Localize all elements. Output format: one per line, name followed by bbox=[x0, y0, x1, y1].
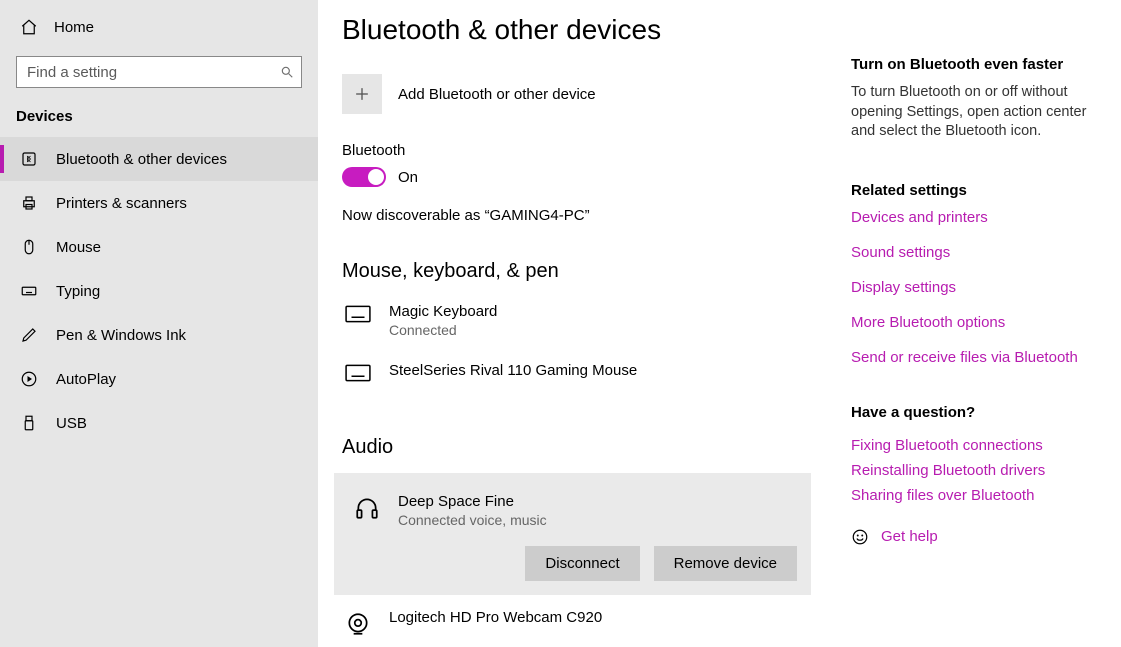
tip-body: To turn Bluetooth on or off without open… bbox=[851, 83, 1097, 142]
device-row[interactable]: Magic Keyboard Connected bbox=[342, 297, 811, 356]
related-heading: Related settings bbox=[851, 182, 1097, 199]
add-device-button[interactable]: Add Bluetooth or other device bbox=[342, 74, 811, 114]
mouse-icon bbox=[20, 238, 38, 256]
link-send-receive-bt[interactable]: Send or receive files via Bluetooth bbox=[851, 349, 1097, 366]
home-label: Home bbox=[54, 19, 94, 36]
home-link[interactable]: Home bbox=[0, 10, 318, 44]
sidebar-item-label: Pen & Windows Ink bbox=[56, 327, 186, 344]
section-heading-audio: Audio bbox=[342, 436, 811, 459]
sidebar-item-pen[interactable]: Pen & Windows Ink bbox=[0, 313, 318, 357]
device-name: SteelSeries Rival 110 Gaming Mouse bbox=[389, 362, 637, 379]
sidebar-item-label: Printers & scanners bbox=[56, 195, 187, 212]
tip-heading: Turn on Bluetooth even faster bbox=[851, 56, 1097, 73]
link-fixing-bt[interactable]: Fixing Bluetooth connections bbox=[851, 437, 1097, 454]
usb-icon bbox=[20, 414, 38, 432]
home-icon bbox=[20, 18, 38, 36]
sidebar-item-label: Mouse bbox=[56, 239, 101, 256]
sidebar-item-label: USB bbox=[56, 415, 87, 432]
device-name: Magic Keyboard bbox=[389, 303, 497, 320]
link-sound-settings[interactable]: Sound settings bbox=[851, 244, 1097, 261]
sidebar-item-autoplay[interactable]: AutoPlay bbox=[0, 357, 318, 401]
sidebar-item-label: AutoPlay bbox=[56, 371, 116, 388]
printer-icon bbox=[20, 194, 38, 212]
bluetooth-icon bbox=[20, 150, 38, 168]
bluetooth-state: On bbox=[398, 169, 418, 186]
keyboard-icon bbox=[345, 364, 371, 390]
link-more-bluetooth[interactable]: More Bluetooth options bbox=[851, 314, 1097, 331]
device-status: Connected voice, music bbox=[398, 512, 547, 528]
webcam-icon bbox=[345, 611, 371, 637]
main: Bluetooth & other devices Add Bluetooth … bbox=[318, 0, 1121, 647]
discoverable-text: Now discoverable as “GAMING4-PC” bbox=[342, 207, 811, 224]
device-name: Logitech HD Pro Webcam C920 bbox=[389, 609, 602, 626]
get-help-link[interactable]: Get help bbox=[851, 528, 1097, 546]
bluetooth-label: Bluetooth bbox=[342, 142, 811, 159]
content: Bluetooth & other devices Add Bluetooth … bbox=[342, 14, 851, 647]
keyboard-icon bbox=[20, 282, 38, 300]
device-row[interactable]: Logitech HD Pro Webcam C920 bbox=[342, 603, 811, 647]
plus-icon bbox=[342, 74, 382, 114]
section-heading-mkp: Mouse, keyboard, & pen bbox=[342, 260, 811, 283]
device-status: Connected bbox=[389, 322, 497, 338]
search-container bbox=[16, 56, 302, 88]
sidebar-item-printers[interactable]: Printers & scanners bbox=[0, 181, 318, 225]
help-icon bbox=[851, 528, 869, 546]
remove-device-button[interactable]: Remove device bbox=[654, 546, 797, 581]
link-display-settings[interactable]: Display settings bbox=[851, 279, 1097, 296]
autoplay-icon bbox=[20, 370, 38, 388]
search-icon bbox=[280, 65, 294, 79]
sidebar-item-label: Typing bbox=[56, 283, 100, 300]
sidebar-item-mouse[interactable]: Mouse bbox=[0, 225, 318, 269]
link-devices-printers[interactable]: Devices and printers bbox=[851, 209, 1097, 226]
get-help-label: Get help bbox=[881, 528, 938, 545]
sidebar: Home Devices Bluetooth & other devices P… bbox=[0, 0, 318, 647]
device-row[interactable]: SteelSeries Rival 110 Gaming Mouse bbox=[342, 356, 811, 408]
search-input[interactable] bbox=[16, 56, 302, 88]
sidebar-item-usb[interactable]: USB bbox=[0, 401, 318, 445]
question-heading: Have a question? bbox=[851, 404, 1097, 421]
link-sharing-bt[interactable]: Sharing files over Bluetooth bbox=[851, 487, 1097, 504]
add-device-label: Add Bluetooth or other device bbox=[398, 86, 596, 103]
disconnect-button[interactable]: Disconnect bbox=[525, 546, 639, 581]
page-title: Bluetooth & other devices bbox=[342, 14, 811, 46]
right-rail: Turn on Bluetooth even faster To turn Bl… bbox=[851, 14, 1097, 647]
pen-icon bbox=[20, 326, 38, 344]
keyboard-icon bbox=[345, 305, 371, 331]
device-selected[interactable]: Deep Space Fine Connected voice, music D… bbox=[334, 473, 811, 595]
headphones-icon bbox=[354, 495, 380, 521]
sidebar-group-heading: Devices bbox=[0, 102, 318, 137]
sidebar-item-label: Bluetooth & other devices bbox=[56, 151, 227, 168]
device-name: Deep Space Fine bbox=[398, 493, 547, 510]
sidebar-item-typing[interactable]: Typing bbox=[0, 269, 318, 313]
link-reinstall-bt[interactable]: Reinstalling Bluetooth drivers bbox=[851, 462, 1097, 479]
sidebar-item-bluetooth[interactable]: Bluetooth & other devices bbox=[0, 137, 318, 181]
bluetooth-toggle[interactable] bbox=[342, 167, 386, 187]
